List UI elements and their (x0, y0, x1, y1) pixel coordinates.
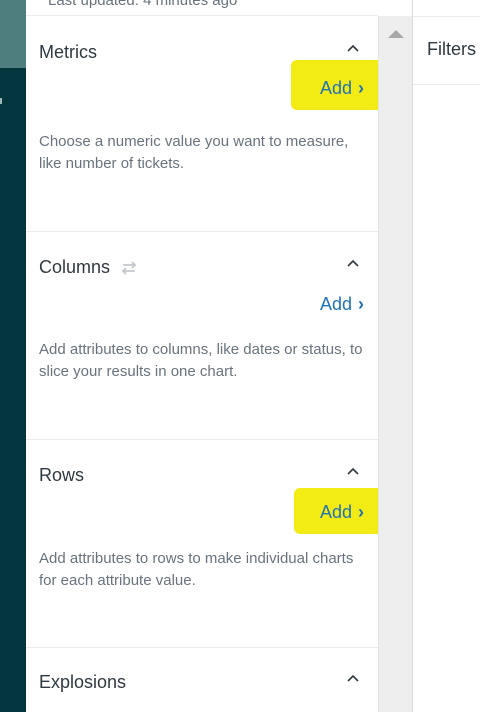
nav-marker (0, 98, 2, 104)
chevron-right-icon: › (358, 502, 364, 522)
filters-label[interactable]: Filters (427, 39, 476, 60)
section-description: Add attributes to rows to make individua… (39, 550, 354, 589)
add-label: Add (319, 78, 352, 98)
config-panel: Last updated: 4 minutes ago Metrics Add ›… (26, 0, 452, 712)
rows-add-button[interactable]: Add › (320, 502, 364, 523)
section-title: Explosions (39, 672, 127, 692)
last-updated-text: Last updated: 4 minutes ago (48, 0, 238, 9)
app-root: Last updated: 4 minutes ago Metrics Add ›… (0, 0, 480, 712)
metrics-section: Metrics Add › Choose a numeric value you … (26, 16, 391, 232)
section-title: Rows (39, 465, 85, 485)
filters-pane: Filters (412, 0, 480, 712)
metrics-add-button[interactable]: Add › (320, 78, 364, 99)
explosions-section: Explosions (26, 648, 378, 712)
columns-section: Columns Add › Add attributes to columns, … (26, 232, 378, 440)
collapse-caret-icon[interactable] (346, 258, 360, 268)
add-label: Add (319, 502, 352, 522)
collapse-caret-icon[interactable] (346, 673, 360, 683)
swap-arrows-icon[interactable] (119, 259, 139, 277)
last-updated-strip: Last updated: 4 minutes ago (26, 0, 378, 16)
rows-section: Rows Add › Add attributes to rows to make… (26, 440, 452, 648)
columns-add-button[interactable]: Add › (320, 294, 364, 315)
divider (413, 16, 480, 17)
divider (413, 84, 480, 85)
section-title: Columns (39, 257, 111, 277)
chevron-right-icon: › (358, 294, 364, 314)
add-label: Add (319, 294, 352, 314)
chevron-right-icon: › (358, 78, 364, 98)
collapse-caret-icon[interactable] (346, 43, 360, 53)
section-title: Metrics (39, 42, 97, 62)
section-description: Add attributes to columns, like dates or… (39, 341, 363, 380)
left-nav-active-area[interactable] (0, 0, 26, 68)
left-nav (0, 0, 26, 712)
panel-scrollbar[interactable] (378, 16, 412, 712)
collapse-caret-icon[interactable] (346, 466, 360, 476)
section-description: Choose a numeric value you want to measu… (39, 133, 349, 172)
scroll-up-arrow-icon[interactable] (388, 30, 404, 38)
